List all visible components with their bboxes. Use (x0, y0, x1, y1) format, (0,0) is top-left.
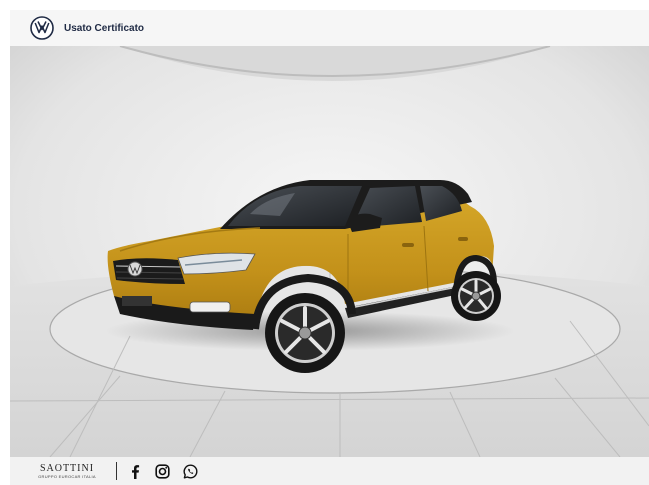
divider (116, 462, 117, 480)
dealer-subtitle: GRUPPO EUROCAR ITALIA (38, 473, 96, 479)
whatsapp-icon[interactable] (183, 464, 198, 479)
instagram-icon[interactable] (155, 463, 170, 479)
bottom-banner: SAOTTINI GRUPPO EUROCAR ITALIA (10, 457, 649, 485)
vw-logo-icon (30, 16, 54, 40)
listing-image-frame: Usato Certificato SAOTTINI GRUPPO EUROCA… (10, 10, 649, 485)
showroom-photo (10, 46, 649, 457)
dealer-logo: SAOTTINI GRUPPO EUROCAR ITALIA (32, 463, 102, 480)
top-banner: Usato Certificato (10, 10, 649, 46)
brand-label: Usato Certificato (64, 22, 145, 34)
facebook-icon[interactable] (127, 464, 142, 479)
dealer-name: SAOTTINI (39, 462, 95, 474)
